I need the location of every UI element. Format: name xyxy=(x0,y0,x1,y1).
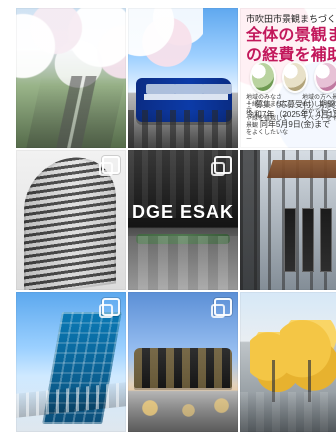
grid-item-6[interactable] xyxy=(240,150,336,290)
poster-photo-2 xyxy=(282,61,308,93)
banner xyxy=(302,208,314,272)
carousel-icon xyxy=(211,298,232,318)
carousel-icon xyxy=(211,156,232,176)
grid-item-3[interactable]: 市吹田市景観まちづくり活 全体の景観まちづ の経費を補助しま ！募集（応募受付）… xyxy=(240,8,336,148)
train-stripe xyxy=(144,94,228,100)
building-sign: DGE ESAK xyxy=(131,202,235,222)
grid-item-5[interactable]: DGE ESAK xyxy=(128,150,238,290)
poster-photo-1 xyxy=(250,61,276,93)
banner xyxy=(320,208,332,272)
wood-roof xyxy=(267,160,336,178)
subsidy-poster: 市吹田市景観まちづくり活 全体の景観まちづ の経費を補助しま ！募集（応募受付）… xyxy=(240,8,336,148)
grid-item-9[interactable] xyxy=(240,292,336,432)
carousel-icon xyxy=(99,156,120,176)
evening-building xyxy=(134,348,232,388)
poster-bottom: 地域のみなさ ー緒に、まちに花 や緑を植栽して景観 をよくしたいなー 地域の方へ… xyxy=(240,95,336,144)
profile-grid-screen: 市吹田市景観まちづくり活 全体の景観まちづ の経費を補助しま ！募集（応募受付）… xyxy=(0,0,336,432)
grid-item-2[interactable] xyxy=(128,8,238,148)
canal-path xyxy=(26,76,126,148)
banner xyxy=(284,208,296,272)
carousel-icon xyxy=(99,298,120,318)
plaza xyxy=(128,236,238,290)
cherry-blossom xyxy=(128,8,203,78)
street xyxy=(240,392,336,432)
rail-tracks xyxy=(128,110,238,148)
poster-bottom-left: 地域のみなさ ー緒に、まちに花 や緑を植栽して景観 をよくしたいなー xyxy=(246,95,289,143)
street-lights xyxy=(128,384,238,432)
poster-photo-3 xyxy=(314,61,336,93)
grid-item-8[interactable] xyxy=(128,292,238,432)
media-grid: 市吹田市景観まちづくり活 全体の景観まちづ の経費を補助しま ！募集（応募受付）… xyxy=(16,8,336,432)
grid-item-4[interactable] xyxy=(16,150,126,290)
poster-header: 市吹田市景観まちづくり活 xyxy=(246,14,336,24)
grid-item-1[interactable] xyxy=(16,8,126,148)
poster-bottom-right: 地域の方へ景観 おいしいものを なかでもとられ イベントをやりた xyxy=(301,95,336,122)
poster-photos xyxy=(250,60,336,94)
grid-item-7[interactable] xyxy=(16,292,126,432)
train-windows xyxy=(146,84,176,94)
poster-title-line-1: 全体の景観まちづ xyxy=(246,27,336,44)
